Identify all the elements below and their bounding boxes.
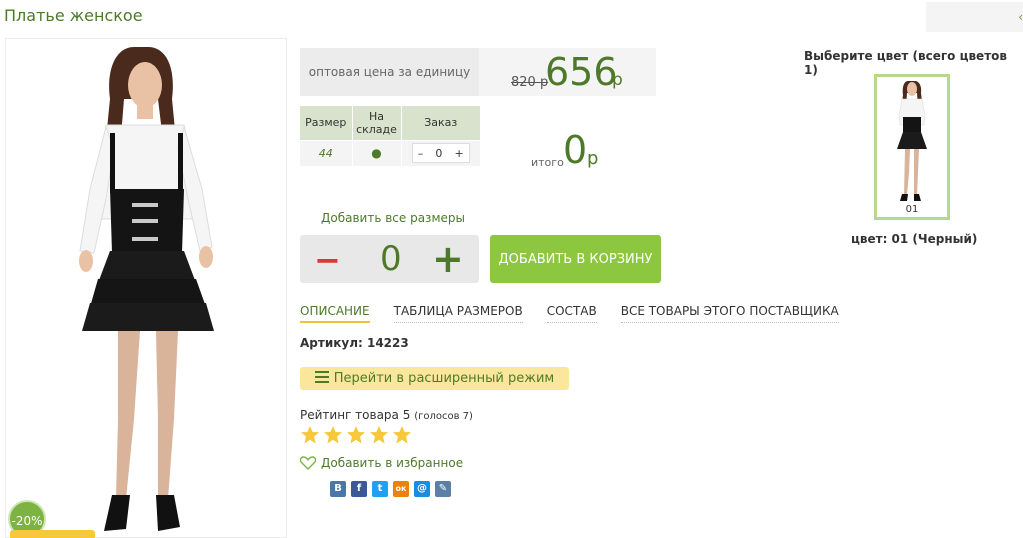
product-rating: Рейтинг товара 5 (голосов 7) (300, 408, 473, 422)
size-qty-value[interactable]: 0 (435, 147, 442, 160)
tab-supplier-products[interactable]: ВСЕ ТОВАРЫ ЭТОГО ПОСТАВЩИКА (620, 304, 839, 323)
total-currency: р (587, 148, 599, 169)
odnoklassniki-icon[interactable]: ок (393, 481, 409, 497)
product-main-image[interactable] (5, 38, 287, 538)
qty-value[interactable]: 0 (380, 239, 402, 279)
rating-stars (300, 425, 415, 445)
heart-icon (300, 456, 316, 470)
stock-header: На складе (351, 106, 402, 140)
list-icon (314, 370, 329, 387)
size-qty-minus-button[interactable]: – (418, 147, 424, 160)
selected-color-caption: цвет: 01 (Черный) (851, 232, 978, 246)
promo-strip (10, 530, 95, 538)
product-page: Платье женское ‹ -20% оптовая цена за ед… (0, 0, 1023, 538)
model-figure-image (79, 47, 214, 531)
add-to-favorites-link[interactable]: Добавить в избранное (300, 456, 463, 470)
qty-plus-button[interactable]: + (432, 237, 464, 281)
size-header: Размер (300, 106, 352, 140)
favorites-label: Добавить в избранное (321, 456, 464, 470)
star-icon[interactable] (323, 425, 343, 445)
top-right-nav[interactable]: ‹ (926, 2, 1023, 32)
extended-mode-label: Перейти в расширенный режим (333, 371, 555, 386)
new-price: 656 (545, 50, 618, 94)
color-thumbnail-image (897, 81, 927, 201)
tab-size-chart[interactable]: ТАБЛИЦА РАЗМЕРОВ (393, 304, 523, 323)
color-selector-title: Выберите цвет (всего цветов 1) (804, 49, 1007, 77)
size-table: Размер На складе Заказ 44 ● – 0 + (300, 106, 480, 166)
page-title: Платье женское (4, 6, 143, 25)
star-icon[interactable] (392, 425, 412, 445)
facebook-icon[interactable]: f (351, 481, 367, 497)
size-qty-plus-button[interactable]: + (455, 147, 464, 160)
rating-votes: (голосов 7) (414, 411, 473, 422)
star-icon[interactable] (369, 425, 389, 445)
mailru-icon[interactable]: @ (414, 481, 430, 497)
chevron-left-icon[interactable]: ‹ (1018, 10, 1023, 24)
star-icon[interactable] (300, 425, 320, 445)
size-quantity-stepper: – 0 + (411, 143, 470, 164)
article-number: Артикул: 14223 (300, 336, 409, 350)
in-stock-icon: ● (371, 146, 382, 161)
total-value: 0 (563, 128, 588, 172)
qty-minus-button[interactable]: − (314, 241, 341, 279)
product-tabs: ОПИСАНИЕ ТАБЛИЦА РАЗМЕРОВ СОСТАВ ВСЕ ТОВ… (300, 304, 863, 323)
color-code: 01 (905, 204, 919, 215)
price-currency: р (612, 70, 623, 90)
twitter-icon[interactable]: t (372, 481, 388, 497)
table-row: 44 ● – 0 + (300, 139, 480, 166)
vk-icon[interactable]: В (330, 481, 346, 497)
star-icon[interactable] (346, 425, 366, 445)
order-header: Заказ (401, 106, 480, 140)
color-swatch-01[interactable]: 01 (874, 74, 950, 220)
tab-composition[interactable]: СОСТАВ (546, 304, 597, 323)
add-to-cart-button[interactable]: ДОБАВИТЬ В КОРЗИНУ (490, 235, 661, 283)
rating-text: Рейтинг товара 5 (300, 408, 411, 422)
old-price: 820 р (511, 75, 549, 90)
social-share-bar: В f t ок @ ✎ (330, 481, 456, 497)
wholesale-price-label: оптовая цена за единицу (300, 48, 479, 96)
quantity-stepper: − 0 + (300, 235, 479, 283)
tab-description[interactable]: ОПИСАНИЕ (300, 304, 370, 323)
total-label: итого (531, 156, 564, 169)
extended-mode-button[interactable]: Перейти в расширенный режим (300, 367, 569, 390)
add-all-sizes-link[interactable]: Добавить все размеры (321, 211, 465, 225)
livejournal-icon[interactable]: ✎ (435, 481, 451, 497)
size-value: 44 (318, 146, 333, 160)
price-box: 820 р 656 р (479, 48, 656, 96)
